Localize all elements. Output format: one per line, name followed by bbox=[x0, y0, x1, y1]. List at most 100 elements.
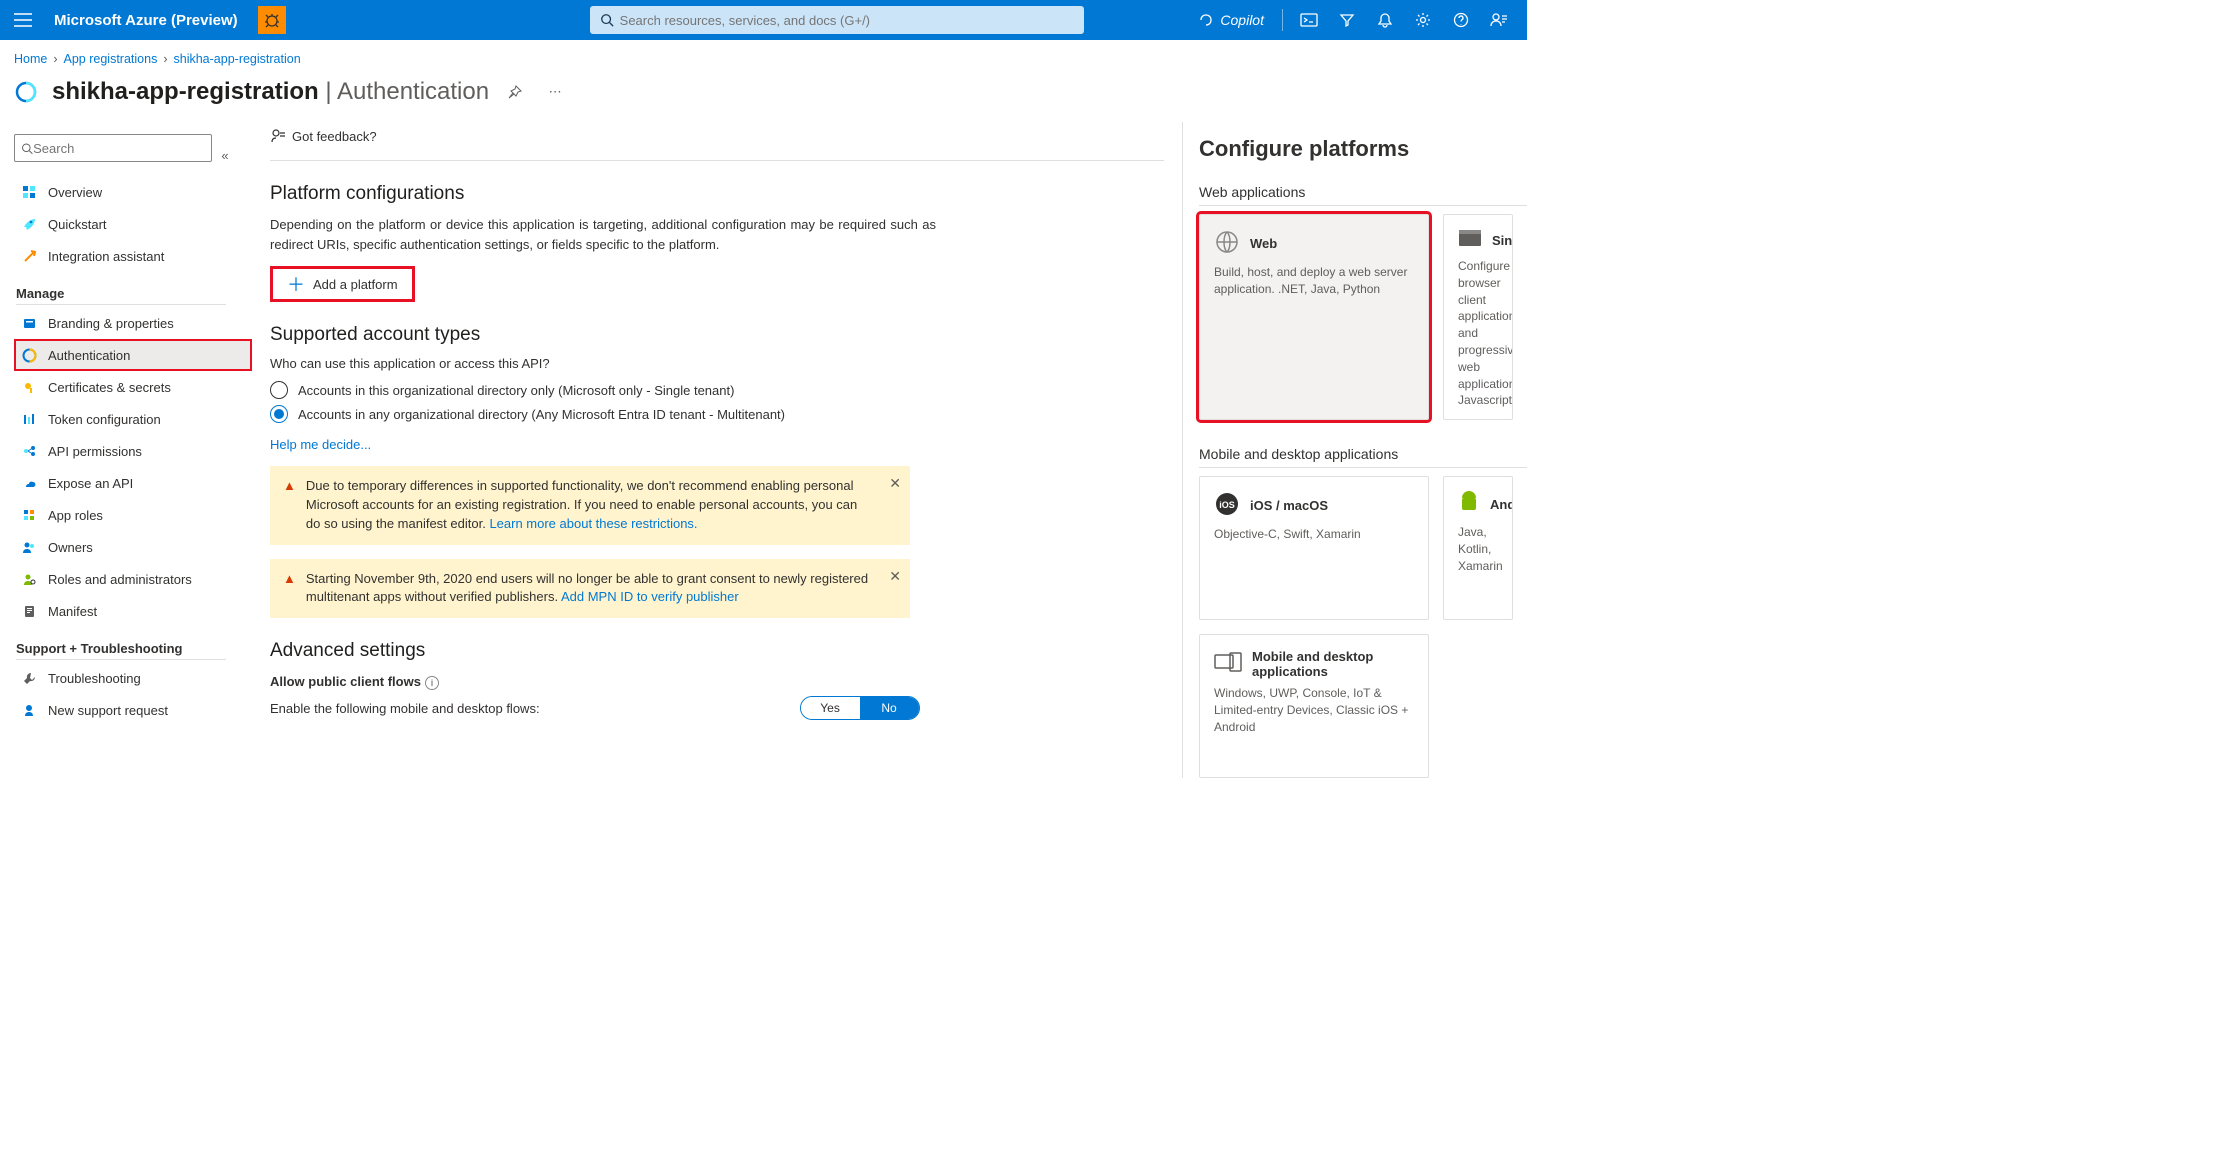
more-icon[interactable]: ⋯ bbox=[541, 78, 569, 106]
breadcrumb-sep: › bbox=[163, 52, 167, 66]
public-client-flows-toggle[interactable]: Yes No bbox=[800, 696, 920, 720]
help-me-decide-link[interactable]: Help me decide... bbox=[270, 437, 371, 452]
mobile-desktop-section: Mobile and desktop applications bbox=[1199, 446, 1527, 462]
feedback-icon[interactable] bbox=[1481, 2, 1517, 38]
sidebar-item-label: API permissions bbox=[48, 444, 142, 459]
global-search[interactable] bbox=[590, 6, 1084, 34]
help-icon[interactable] bbox=[1443, 2, 1479, 38]
sidebar-item-certificates[interactable]: Certificates & secrets bbox=[14, 371, 252, 403]
warning-icon: ▲ bbox=[283, 477, 296, 534]
copilot-icon bbox=[1198, 12, 1214, 28]
radio-single-tenant[interactable]: Accounts in this organizational director… bbox=[270, 381, 1164, 399]
breadcrumb-app-registrations[interactable]: App registrations bbox=[64, 52, 158, 66]
platform-card-web[interactable]: Web Build, host, and deploy a web server… bbox=[1199, 214, 1429, 420]
desktop-icon bbox=[1214, 652, 1242, 677]
alert-link[interactable]: Learn more about these restrictions. bbox=[489, 516, 697, 531]
global-search-input[interactable] bbox=[620, 13, 1074, 28]
platform-card-desktop[interactable]: Mobile and desktop applications Windows,… bbox=[1199, 634, 1429, 778]
toggle-no[interactable]: No bbox=[860, 697, 919, 719]
warning-icon: ▲ bbox=[283, 570, 296, 608]
sidebar-item-integration-assistant[interactable]: Integration assistant bbox=[14, 240, 252, 272]
sidebar-item-overview[interactable]: Overview bbox=[14, 176, 252, 208]
info-icon[interactable]: i bbox=[425, 676, 439, 690]
page-title-section: Authentication bbox=[337, 78, 489, 105]
breadcrumb-home[interactable]: Home bbox=[14, 52, 47, 66]
radio-multitenant[interactable]: Accounts in any organizational directory… bbox=[270, 405, 1164, 423]
branding-icon bbox=[20, 314, 38, 332]
alert-link[interactable]: Add MPN ID to verify publisher bbox=[561, 589, 739, 604]
alert-mpn-publisher: ▲ Starting November 9th, 2020 end users … bbox=[270, 559, 910, 619]
breadcrumb: Home › App registrations › shikha-app-re… bbox=[0, 40, 1527, 78]
notifications-icon[interactable] bbox=[1367, 2, 1403, 38]
breadcrumb-sep: › bbox=[53, 52, 57, 66]
close-icon[interactable]: ✕ bbox=[889, 566, 901, 586]
quickstart-icon bbox=[20, 215, 38, 233]
sidebar-item-label: Overview bbox=[48, 185, 102, 200]
sidebar-item-token-config[interactable]: Token configuration bbox=[14, 403, 252, 435]
settings-gear-icon[interactable] bbox=[1405, 2, 1441, 38]
blade-title: Configure platforms bbox=[1199, 136, 1527, 162]
azure-brand[interactable]: Microsoft Azure (Preview) bbox=[44, 12, 248, 29]
supported-accounts-question: Who can use this application or access t… bbox=[270, 356, 1164, 371]
configure-platforms-blade: Configure platforms Web applications Web… bbox=[1182, 122, 1527, 778]
sidebar-item-authentication[interactable]: Authentication bbox=[14, 339, 252, 371]
card-desc: Java, Kotlin, Xamarin bbox=[1458, 524, 1498, 574]
sidebar-item-troubleshooting[interactable]: Troubleshooting bbox=[14, 662, 252, 694]
sidebar-search-input[interactable] bbox=[33, 141, 205, 156]
alert-text: Due to temporary differences in supporte… bbox=[306, 477, 875, 534]
web-applications-section: Web applications bbox=[1199, 184, 1527, 200]
public-client-flows-desc: Enable the following mobile and desktop … bbox=[270, 701, 540, 716]
sidebar-search[interactable] bbox=[14, 134, 212, 162]
card-title: iOS / macOS bbox=[1250, 498, 1328, 513]
platform-card-ios[interactable]: iOS iOS / macOS Objective-C, Swift, Xama… bbox=[1199, 476, 1429, 620]
hamburger-menu-icon[interactable] bbox=[6, 3, 40, 37]
top-right-icons: Copilot bbox=[1188, 2, 1521, 38]
sidebar-item-new-support[interactable]: New support request bbox=[14, 694, 252, 726]
copilot-button[interactable]: Copilot bbox=[1188, 12, 1274, 28]
sidebar-item-expose-api[interactable]: Expose an API bbox=[14, 467, 252, 499]
sidebar-item-roles-admins[interactable]: Roles and administrators bbox=[14, 563, 252, 595]
sidebar-item-label: Owners bbox=[48, 540, 93, 555]
support-icon bbox=[20, 701, 38, 719]
sidebar-item-api-permissions[interactable]: API permissions bbox=[14, 435, 252, 467]
separator bbox=[1282, 9, 1283, 31]
card-title: Android bbox=[1490, 497, 1513, 512]
search-icon bbox=[21, 142, 33, 155]
troubleshooting-icon bbox=[20, 669, 38, 687]
card-title: Mobile and desktop applications bbox=[1252, 649, 1414, 679]
got-feedback-button[interactable]: Got feedback? bbox=[270, 128, 377, 144]
feedback-label: Got feedback? bbox=[292, 129, 377, 144]
add-platform-label: Add a platform bbox=[313, 277, 398, 292]
add-platform-button[interactable]: ＋ Add a platform bbox=[270, 266, 415, 302]
sidebar-item-owners[interactable]: Owners bbox=[14, 531, 252, 563]
sidebar-group-manage: Manage bbox=[16, 286, 252, 301]
sidebar-item-label: Manifest bbox=[48, 604, 97, 619]
cloud-shell-icon[interactable] bbox=[1291, 2, 1327, 38]
left-sidebar: « Overview Quickstart Integration assist… bbox=[0, 122, 252, 778]
collapse-sidebar-icon[interactable]: « bbox=[214, 144, 236, 166]
platform-card-android[interactable]: Android Java, Kotlin, Xamarin bbox=[1443, 476, 1513, 620]
card-desc: Windows, UWP, Console, IoT & Limited-ent… bbox=[1214, 685, 1414, 735]
integration-icon bbox=[20, 247, 38, 265]
sidebar-item-app-roles[interactable]: App roles bbox=[14, 499, 252, 531]
platform-card-spa[interactable]: Single Configure browser client applicat… bbox=[1443, 214, 1513, 420]
roles-admins-icon bbox=[20, 570, 38, 588]
app-registration-icon bbox=[12, 78, 40, 106]
sidebar-item-branding[interactable]: Branding & properties bbox=[14, 307, 252, 339]
close-icon[interactable]: ✕ bbox=[889, 473, 901, 493]
alert-personal-accounts: ▲ Due to temporary differences in suppor… bbox=[270, 466, 910, 545]
breadcrumb-current[interactable]: shikha-app-registration bbox=[174, 52, 301, 66]
radio-label: Accounts in this organizational director… bbox=[298, 383, 734, 398]
sidebar-item-manifest[interactable]: Manifest bbox=[14, 595, 252, 627]
pin-icon[interactable] bbox=[501, 78, 529, 106]
main-content: Got feedback? Platform configurations De… bbox=[252, 122, 1182, 778]
sidebar-item-label: Integration assistant bbox=[48, 249, 164, 264]
preview-bug-icon[interactable] bbox=[258, 6, 286, 34]
filter-icon[interactable] bbox=[1329, 2, 1365, 38]
toggle-yes[interactable]: Yes bbox=[801, 697, 860, 719]
sidebar-item-quickstart[interactable]: Quickstart bbox=[14, 208, 252, 240]
search-icon bbox=[600, 13, 614, 27]
api-permissions-icon bbox=[20, 442, 38, 460]
certificates-icon bbox=[20, 378, 38, 396]
sidebar-item-label: Certificates & secrets bbox=[48, 380, 171, 395]
